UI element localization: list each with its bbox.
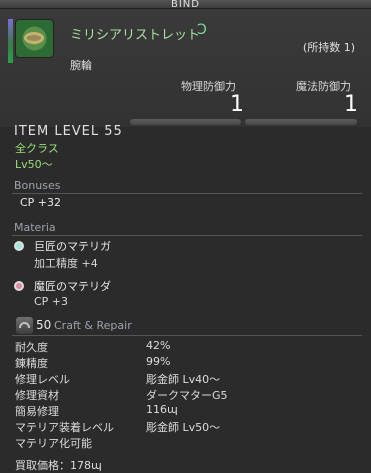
craft-row-label: マテリア装着レベル bbox=[15, 421, 114, 434]
physical-defense-bar bbox=[130, 119, 241, 125]
bonuses-title: Bonuses bbox=[14, 179, 61, 192]
bind-label: BIND bbox=[171, 0, 200, 10]
bonus-item: CP +32 bbox=[20, 196, 62, 209]
materia-slot-2-name: 魔匠のマテリダ bbox=[34, 280, 111, 293]
craft-repair-level: 50 bbox=[36, 318, 52, 332]
materia-slot-1-stat: 加工精度 +4 bbox=[34, 257, 98, 270]
sell-price: 買取価格：178ɰ bbox=[15, 459, 102, 472]
craft-row-value: 116ɰ bbox=[146, 403, 178, 416]
craft-row-label: 簡易修理 bbox=[15, 405, 59, 418]
craft-row-label: 修理資材 bbox=[15, 389, 59, 402]
craft-repair-title: Craft & Repair bbox=[54, 319, 132, 332]
craft-row-label: 錬精度 bbox=[15, 357, 48, 370]
item-category: 腕輪 bbox=[70, 59, 92, 72]
bracelet-icon bbox=[15, 19, 54, 58]
materia-title: Materia bbox=[14, 221, 56, 234]
materia-slot-2-icon bbox=[14, 281, 24, 291]
bonuses-divider bbox=[12, 193, 362, 194]
craft-row-value: 彫金師 Lv40〜 bbox=[146, 373, 221, 386]
magic-defense-value: 1 bbox=[344, 92, 358, 117]
craft-row-value: 彫金師 Lv50〜 bbox=[146, 421, 221, 434]
craft-repair-divider bbox=[12, 335, 362, 336]
materia-slot-1-name: 巨匠のマテリガ bbox=[34, 240, 111, 253]
item-level: ITEM LEVEL 55 bbox=[14, 124, 123, 139]
craft-repair-icon bbox=[16, 317, 33, 334]
item-header: ミリシアリストレット Ɔ (所持数 1) 腕輪 物理防御力 1 魔法防御力 1 bbox=[0, 9, 371, 127]
materia-slot-2-stat: CP +3 bbox=[34, 295, 69, 308]
materia-slot-1-icon bbox=[14, 241, 24, 251]
craft-row-value: ダークマターG5 bbox=[146, 389, 228, 402]
craft-row-label: 耐久度 bbox=[15, 341, 48, 354]
materia-convertible: マテリア化可能 bbox=[15, 437, 92, 450]
level-requirement: Lv50〜 bbox=[15, 158, 53, 171]
item-name: ミリシアリストレット bbox=[70, 28, 201, 43]
job-requirement: 全クラス bbox=[15, 142, 59, 155]
craft-row-value: 99% bbox=[146, 355, 171, 368]
magic-defense-bar bbox=[245, 119, 357, 125]
craft-row-label: 修理レベル bbox=[15, 373, 70, 386]
craft-row-value: 42% bbox=[146, 339, 171, 352]
magic-defense-label: 魔法防御力 bbox=[296, 80, 351, 93]
materia-divider bbox=[12, 235, 362, 236]
physical-defense-label: 物理防御力 bbox=[181, 80, 236, 93]
item-icon-frame bbox=[8, 19, 54, 63]
owned-count: (所持数 1) bbox=[302, 41, 355, 54]
physical-defense-value: 1 bbox=[230, 92, 244, 117]
glamour-spiral-icon: Ɔ bbox=[197, 22, 207, 38]
rarity-stripe bbox=[8, 19, 13, 63]
